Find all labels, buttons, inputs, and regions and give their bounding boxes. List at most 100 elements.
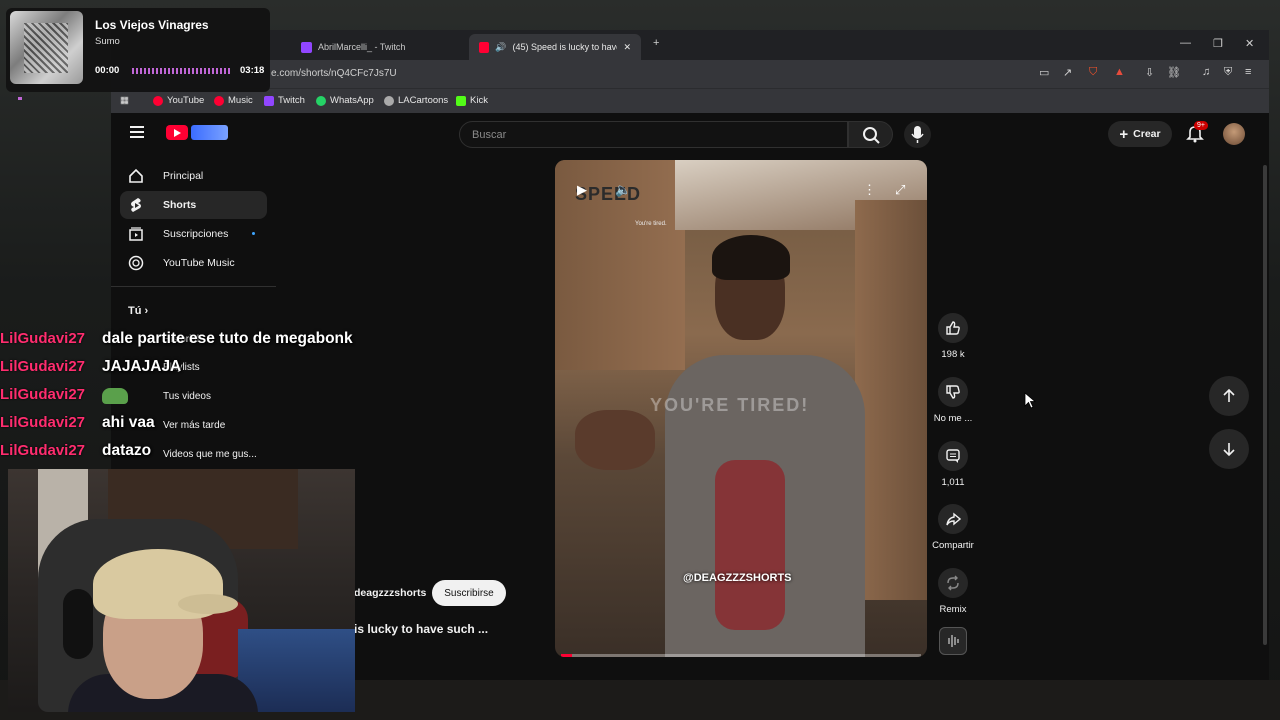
- twitch-icon: [264, 95, 274, 106]
- bookmark-kick[interactable]: Kick: [456, 95, 488, 106]
- comments-button[interactable]: 1,011: [927, 441, 979, 488]
- search-button[interactable]: [848, 121, 893, 148]
- song-title: Los Viejos Vinagres: [95, 18, 209, 32]
- hamburger-menu-icon[interactable]: [130, 126, 144, 138]
- brave-shield-icon[interactable]: ⛉: [1089, 66, 1097, 79]
- address-bar[interactable]: e.com/shorts/nQ4CFc7Js7U ▭ ↗ ⛉ ▲ ⇩ ⛓ ♫ ⛨…: [111, 60, 1269, 88]
- sidebar-item-ver-mas-tarde[interactable]: Ver más tarde: [163, 420, 225, 431]
- new-content-dot: [252, 232, 255, 235]
- sound-waveform-button[interactable]: [939, 627, 967, 655]
- voice-search-button[interactable]: [904, 121, 931, 148]
- remix-button[interactable]: Remix: [927, 568, 979, 615]
- dislike-icon: [938, 377, 968, 407]
- tab-label: AbrilMarcelli_ - Twitch: [318, 42, 406, 52]
- fullscreen-icon[interactable]: ⤢: [895, 182, 905, 198]
- video-small-caption: You're tired.: [635, 221, 667, 227]
- previous-short-button[interactable]: [1209, 376, 1249, 416]
- media-icon[interactable]: ♫: [1202, 66, 1210, 78]
- youtube-icon: [479, 41, 490, 53]
- play-icon[interactable]: ▶: [577, 182, 587, 198]
- subscribe-button[interactable]: Suscribirse: [432, 580, 506, 606]
- cast-icon[interactable]: ▭: [1039, 66, 1049, 79]
- tab-bar: AbrilMarcelli_ - Twitch 🔊 (45) Speed is …: [111, 30, 1269, 60]
- tab-close-icon[interactable]: ✕: [623, 42, 631, 53]
- chat-text: JAJAJAJA: [102, 358, 182, 375]
- tab-label: (45) Speed is lucky to have su: [512, 42, 618, 52]
- bookmarks-bar: ▦ YouTube Music Twitch WhatsApp LACartoo…: [111, 88, 1269, 113]
- chevron-right-icon: ›: [144, 305, 149, 317]
- more-options-icon[interactable]: ⋮: [863, 182, 876, 198]
- new-tab-button[interactable]: +: [653, 37, 659, 49]
- channel-name[interactable]: deagzzzshorts: [354, 587, 426, 599]
- url-text[interactable]: e.com/shorts/nQ4CFc7Js7U: [271, 68, 397, 79]
- rewards-icon[interactable]: ▲: [1114, 66, 1125, 78]
- song-current-time: 00:00: [95, 65, 120, 76]
- minimize-button[interactable]: —: [1180, 37, 1191, 49]
- home-icon: [120, 168, 152, 184]
- vpn-icon[interactable]: ⛨: [1224, 66, 1232, 79]
- menu-icon[interactable]: ≡: [1245, 66, 1251, 78]
- sidebar-item-principal[interactable]: Principal: [120, 162, 267, 190]
- dislike-button[interactable]: No me ...: [927, 377, 979, 424]
- close-window-button[interactable]: ✕: [1245, 37, 1254, 50]
- subscriptions-icon: [120, 226, 152, 242]
- tab-youtube-short[interactable]: 🔊 (45) Speed is lucky to have su ✕: [469, 34, 641, 60]
- next-short-button[interactable]: [1209, 429, 1249, 469]
- volume-icon[interactable]: 🔈: [615, 182, 631, 198]
- share-page-icon[interactable]: ↗: [1063, 66, 1072, 79]
- kick-icon: [456, 95, 466, 106]
- chat-username: LilGudavi27: [0, 414, 86, 431]
- sidebar-item-youtube-music[interactable]: YouTube Music: [120, 249, 267, 277]
- apps-grid-icon[interactable]: ▦: [120, 95, 129, 106]
- bookmark-lacartoons[interactable]: LACartoons: [384, 95, 448, 106]
- bookmark-music[interactable]: Music: [214, 95, 253, 106]
- song-artist: Sumo: [95, 36, 120, 47]
- share-icon: [938, 504, 968, 534]
- chat-username: LilGudavi27: [0, 358, 86, 375]
- country-logo-badge: [191, 125, 228, 140]
- audio-visualizer-bar: [132, 68, 230, 74]
- video-title[interactable]: is lucky to have such ...: [354, 622, 488, 636]
- sidebar-item-shorts[interactable]: Shorts: [120, 191, 267, 219]
- plus-icon: +: [1119, 125, 1129, 143]
- video-progress-fill: [561, 654, 572, 657]
- sidebar-section-you[interactable]: Tú ›: [128, 305, 148, 317]
- music-icon: [120, 255, 152, 271]
- youtube-header: Buscar + Crear 9+: [111, 113, 1269, 155]
- microphone-icon: [911, 126, 924, 143]
- arrow-up-icon: [1223, 388, 1235, 402]
- speaker-icon: 🔊: [495, 41, 507, 52]
- chat-text: datazo: [102, 442, 152, 459]
- video-progress-bar[interactable]: [561, 654, 921, 657]
- account-avatar[interactable]: [1223, 123, 1245, 145]
- sidebar-item-tus-videos[interactable]: Tus videos: [163, 391, 211, 402]
- whatsapp-icon: [316, 95, 326, 106]
- streamer-webcam: [8, 469, 355, 712]
- remix-icon: [938, 568, 968, 598]
- search-input[interactable]: Buscar: [459, 121, 848, 148]
- bookmark-whatsapp[interactable]: WhatsApp: [316, 95, 374, 106]
- music-icon: [214, 95, 224, 106]
- page-scrollbar[interactable]: [1263, 165, 1267, 645]
- like-icon: [938, 313, 968, 343]
- share-button[interactable]: Compartir: [927, 504, 979, 551]
- link-icon[interactable]: ⛓: [1167, 66, 1181, 79]
- tab-twitch[interactable]: AbrilMarcelli_ - Twitch: [291, 34, 461, 60]
- bookmark-youtube[interactable]: YouTube: [153, 95, 204, 106]
- create-button[interactable]: + Crear: [1108, 121, 1172, 147]
- download-icon[interactable]: ⇩: [1145, 66, 1154, 79]
- like-button[interactable]: 198 k: [927, 313, 979, 360]
- song-total-time: 03:18: [240, 65, 265, 76]
- twitch-icon: [301, 41, 312, 53]
- maximize-button[interactable]: ❐: [1213, 37, 1223, 50]
- sidebar-item-suscripciones[interactable]: Suscripciones: [120, 220, 267, 248]
- bookmark-twitch[interactable]: Twitch: [264, 95, 305, 106]
- youtube-logo[interactable]: [166, 125, 188, 140]
- album-cover: [10, 11, 83, 84]
- sidebar-item-videos-que-me-gustan[interactable]: Videos que me gus...: [163, 449, 257, 460]
- headset-icon: [63, 589, 93, 659]
- shorts-icon: [120, 197, 152, 213]
- short-video-player[interactable]: SPEED You're tired. YOU'RE TIRED! @DEAGZ…: [555, 160, 927, 657]
- frog-emote-icon: [102, 388, 128, 404]
- chat-username: LilGudavi27: [0, 386, 86, 403]
